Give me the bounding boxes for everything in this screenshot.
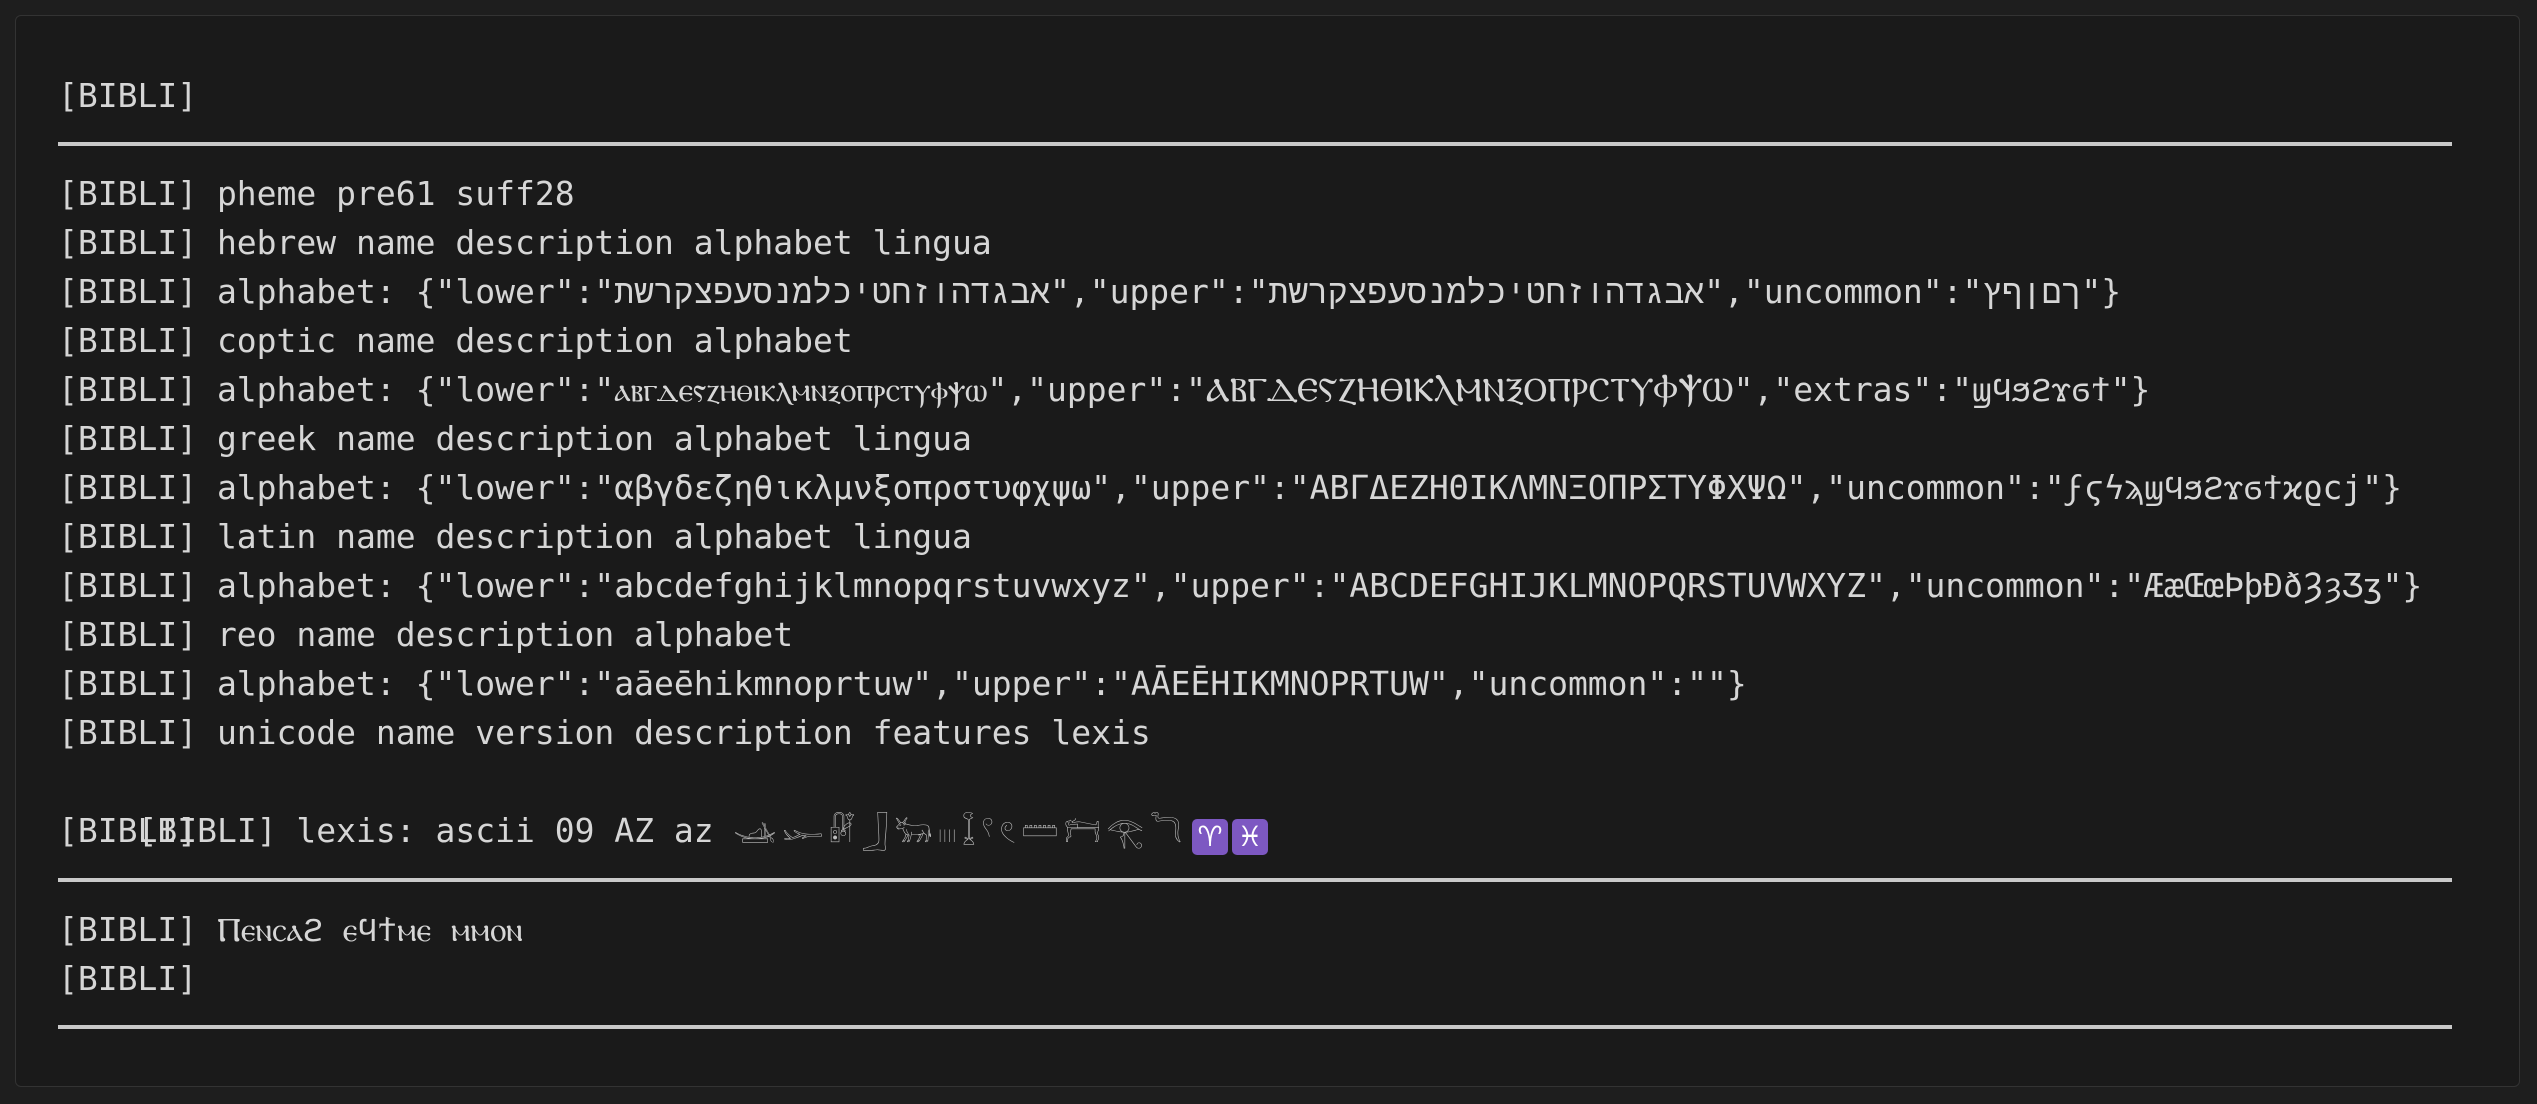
terminal-line-pheme: [BIBLI] pheme pre61 suff28 xyxy=(58,174,575,213)
lexis-glyph: 𓊛 xyxy=(733,815,777,850)
terminal-line-coptic-phrase: [BIBLI] Ⲡⲉⲛⲥⲁϩ ⲉϥϯⲙⲉ ⲙⲙⲟⲛ xyxy=(58,910,523,949)
terminal-line-latin-title: [BIBLI] latin name description alphabet … xyxy=(58,517,972,556)
terminal-line-coptic-alphabet: [BIBLI] alphabet: {"lower":"ⲁⲃⲅⲇⲉⲋⲍⲏⲑⲓⲕⲗ… xyxy=(58,370,2151,409)
terminal-window[interactable]: [BIBLI] [BIBLI] pheme pre61 suff28 [BIBL… xyxy=(15,15,2520,1087)
terminal-line-hebrew-alphabet: [BIBLI] alphabet: {"lower":"אבגדהוזחטיכל… xyxy=(58,272,2122,311)
lexis-glyph: 𓆓 xyxy=(1149,815,1182,850)
terminal-line-hebrew-title: [BIBLI] hebrew name description alphabet… xyxy=(58,223,992,262)
lexis-glyph: 𓃀 xyxy=(861,815,889,850)
terminal-line-reo-alphabet: [BIBLI] alphabet: {"lower":"aāeēhikmnopr… xyxy=(58,664,1747,703)
terminal-line-reo-title: [BIBLI] reo name description alphabet xyxy=(58,615,794,654)
lexis-glyph: 𓆼 xyxy=(962,815,976,850)
terminal-line-final: [BIBLI] xyxy=(58,959,198,998)
lexis-glyph: 𓆱 xyxy=(782,815,824,850)
terminal-line-greek-title: [BIBLI] greek name description alphabet … xyxy=(58,419,972,458)
lexis-glyph: 𓏞 xyxy=(829,815,856,850)
terminal-line-blank: [BIBLI] xyxy=(58,811,198,850)
lexis-glyph: 𓏽 xyxy=(938,815,957,850)
terminal-line-coptic-title: [BIBLI] coptic name description alphabet xyxy=(58,321,853,360)
terminal-line-greek-alphabet: [BIBLI] alphabet: {"lower":"αβγδεζηθικλμ… xyxy=(58,468,2402,507)
lexis-glyph-list: 𓊛𓆱𓏞𓃀𓃒𓏽𓆼𓍢𓏲𓏠𓁀𓂀𓆓 xyxy=(734,811,1188,850)
pisces-icon: ♓ xyxy=(1231,819,1268,855)
terminal-line-lexis: [BIBLI] lexis: ascii 09 AZ az 𓊛𓆱𓏞𓃀𓃒𓏽𓆼𓍢𓏲𓏠… xyxy=(58,757,1268,855)
lexis-zodiac-list: ♈ ♓ xyxy=(1188,811,1268,855)
terminal-line-header: [BIBLI] xyxy=(58,76,198,115)
terminal-line-unicode-title: [BIBLI] unicode name version description… xyxy=(58,713,1151,752)
lexis-prefix: [BIBLI] lexis: ascii 09 AZ az xyxy=(137,811,734,850)
terminal-line-latin-alphabet: [BIBLI] alphabet: {"lower":"abcdefghijkl… xyxy=(58,566,2423,605)
separator-rule xyxy=(58,1025,2452,1029)
aries-icon: ♈ xyxy=(1191,819,1228,855)
lexis-glyph: 𓏠 xyxy=(1021,815,1058,850)
lexis-glyph: 𓁀 xyxy=(1063,815,1101,850)
lexis-glyph: 𓍢 xyxy=(981,815,994,850)
separator-rule xyxy=(58,142,2452,146)
lexis-glyph: 𓏲 xyxy=(999,815,1016,850)
lexis-glyph: 𓃒 xyxy=(894,815,933,850)
separator-rule xyxy=(58,878,2452,882)
lexis-glyph: 𓂀 xyxy=(1106,815,1144,850)
